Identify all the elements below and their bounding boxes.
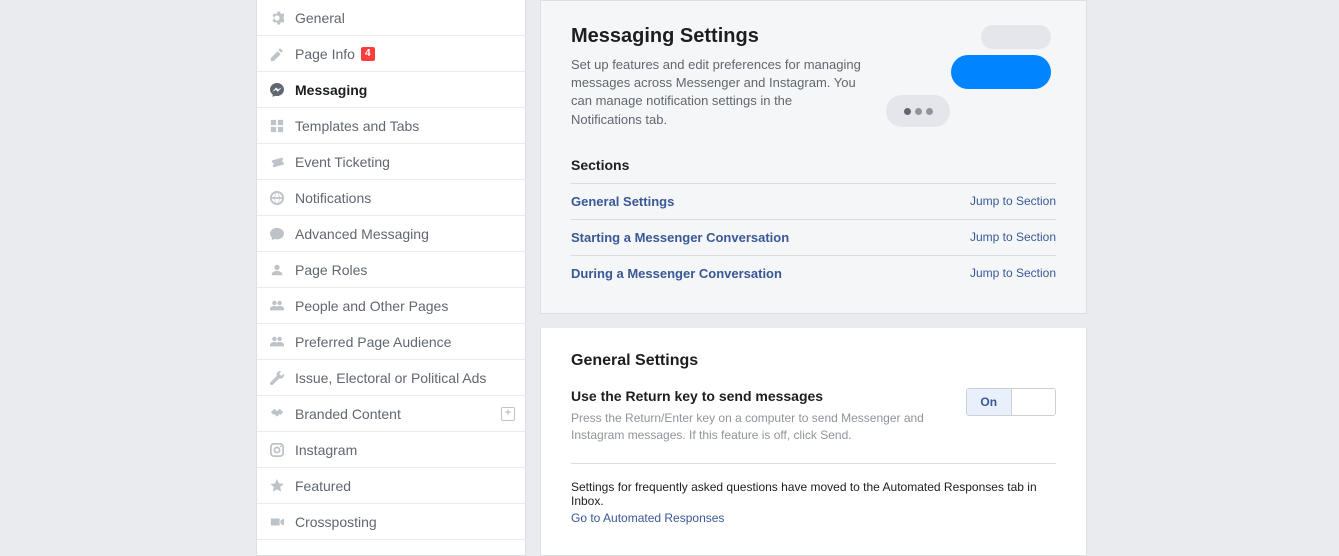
sidebar-item-preferred-audience[interactable]: Preferred Page Audience [257,324,525,360]
add-icon[interactable]: + [501,407,515,421]
sidebar-item-label: Notifications [295,190,371,206]
chat-illustration [881,25,1051,129]
toggle-on: On [967,389,1012,415]
sidebar-item-people-pages[interactable]: People and Other Pages [257,288,525,324]
sidebar-item-label: Crossposting [295,514,377,530]
person-icon [269,262,285,278]
sidebar-item-label: Page Roles [295,262,367,278]
sidebar-item-label: Page Info [295,46,355,62]
return-key-title: Use the Return key to send messages [571,388,931,404]
section-row-during: During a Messenger Conversation Jump to … [571,255,1056,291]
grid-icon [269,118,285,134]
handshake-icon [269,406,285,422]
messenger-icon [269,82,285,98]
star-icon [269,478,285,494]
sidebar-item-label: People and Other Pages [295,298,448,314]
moved-settings-notice: Settings for frequently asked questions … [571,463,1056,525]
sidebar-item-advanced-messaging[interactable]: Advanced Messaging [257,216,525,252]
sidebar-item-branded-content[interactable]: Branded Content + [257,396,525,432]
chat-icon [269,226,285,242]
instagram-icon [269,442,285,458]
chat-bubble-blue [951,55,1051,89]
sidebar-item-featured[interactable]: Featured [257,468,525,504]
video-icon [269,514,285,530]
sidebar-item-general[interactable]: General [257,0,525,36]
jump-link[interactable]: Jump to Section [970,194,1056,208]
sidebar-item-page-roles[interactable]: Page Roles [257,252,525,288]
globe-icon [269,190,285,206]
sidebar-item-label: General [295,10,345,26]
sidebar-item-label: Templates and Tabs [295,118,419,134]
main-content: Messaging Settings Set up features and e… [540,0,1087,556]
sidebar-item-label: Messaging [295,82,367,98]
return-key-description: Press the Return/Enter key on a computer… [571,410,931,444]
section-row-general: General Settings Jump to Section [571,183,1056,219]
settings-sidebar: General Page Info 4 Messaging Templates … [256,0,526,556]
sidebar-item-instagram[interactable]: Instagram [257,432,525,468]
pencil-icon [269,46,285,62]
people-icon [269,298,285,314]
sidebar-item-label: Instagram [295,442,357,458]
toggle-off [1012,389,1056,415]
moved-text: Settings for frequently asked questions … [571,480,1037,508]
sidebar-item-event-ticketing[interactable]: Event Ticketing [257,144,525,180]
audience-icon [269,334,285,350]
general-settings-title: General Settings [571,352,1056,370]
sidebar-item-crossposting[interactable]: Crossposting [257,504,525,540]
sidebar-item-label: Featured [295,478,351,494]
return-key-toggle[interactable]: On [966,388,1056,416]
jump-link[interactable]: Jump to Section [970,266,1056,280]
sidebar-item-label: Branded Content [295,406,401,422]
automated-responses-link[interactable]: Go to Automated Responses [571,511,1056,525]
chat-bubble-grey [981,25,1051,49]
wrench-icon [269,370,285,386]
sidebar-item-label: Event Ticketing [295,154,390,170]
section-name[interactable]: General Settings [571,194,674,209]
sidebar-item-notifications[interactable]: Notifications [257,180,525,216]
messaging-header-card: Messaging Settings Set up features and e… [540,0,1087,314]
section-row-starting: Starting a Messenger Conversation Jump t… [571,219,1056,255]
page-title: Messaging Settings [571,25,861,48]
sections-heading: Sections [571,147,1056,183]
jump-link[interactable]: Jump to Section [970,230,1056,244]
gear-icon [269,10,285,26]
page-description: Set up features and edit preferences for… [571,56,861,129]
sidebar-item-messaging[interactable]: Messaging [257,72,525,108]
sidebar-item-page-info[interactable]: Page Info 4 [257,36,525,72]
sidebar-item-label: Preferred Page Audience [295,334,451,350]
ticket-icon [269,154,285,170]
sidebar-item-label: Issue, Electoral or Political Ads [295,370,486,386]
section-name[interactable]: Starting a Messenger Conversation [571,230,789,245]
general-settings-card: General Settings Use the Return key to s… [540,328,1087,556]
sidebar-item-label: Advanced Messaging [295,226,429,242]
sidebar-item-political-ads[interactable]: Issue, Electoral or Political Ads [257,360,525,396]
sidebar-item-templates[interactable]: Templates and Tabs [257,108,525,144]
chat-bubble-typing [886,95,950,127]
section-name[interactable]: During a Messenger Conversation [571,266,782,281]
notification-badge: 4 [361,47,375,61]
